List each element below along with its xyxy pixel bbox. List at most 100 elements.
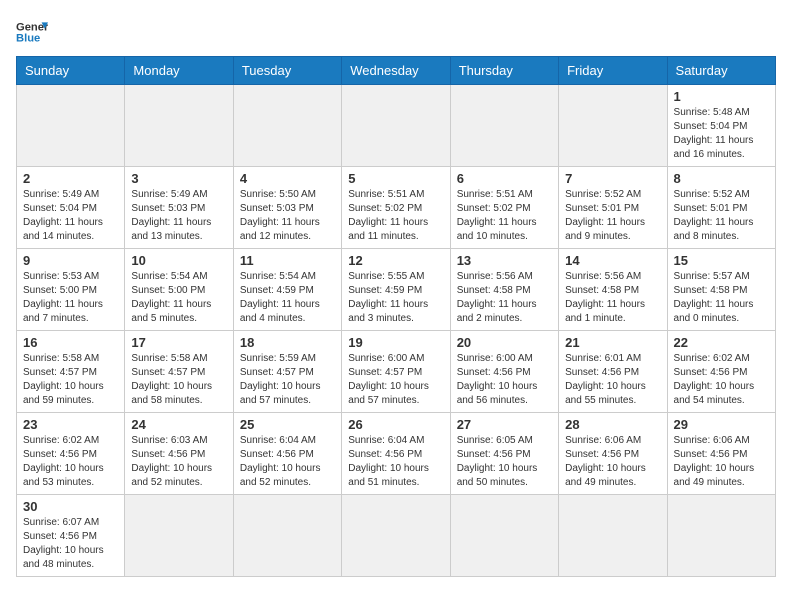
day-number: 15 [674,253,769,268]
calendar-cell: 14 Sunrise: 5:56 AM Sunset: 4:58 PM Dayli… [559,249,667,331]
calendar-cell: 28Sunrise: 6:06 AM Sunset: 4:56 PM Dayli… [559,413,667,495]
day-info: Sunrise: 5:49 AM Sunset: 5:04 PM Dayligh… [23,188,118,244]
day-number: 3 [131,171,226,186]
day-number: 4 [240,171,335,186]
day-info: Sunrise: 5:50 AM Sunset: 5:03 PM Dayligh… [240,188,335,244]
calendar-cell: 12Sunrise: 5:55 AM Sunset: 4:59 PM Dayli… [342,249,450,331]
day-number: 8 [674,171,769,186]
day-info: Sunrise: 6:03 AM Sunset: 4:56 PM Dayligh… [131,434,226,490]
calendar-cell: 4 Sunrise: 5:50 AM Sunset: 5:03 PM Daylig… [233,167,341,249]
day-number: 1 [674,89,769,104]
day-info: Sunrise: 5:53 AM Sunset: 5:00 PM Dayligh… [23,270,118,326]
calendar-cell [17,85,125,167]
day-info: Sunrise: 5:54 AM Sunset: 5:00 PM Dayligh… [131,270,226,326]
calendar-cell: 23 Sunrise: 6:02 AM Sunset: 4:56 PM Dayli… [17,413,125,495]
day-info: Sunrise: 5:55 AM Sunset: 4:59 PM Dayligh… [348,270,443,326]
calendar-cell [233,85,341,167]
calendar-header-row: SundayMondayTuesdayWednesdayThursdayFrid… [17,57,776,85]
calendar-week-3: 16 Sunrise: 5:58 AM Sunset: 4:57 PM Dayli… [17,331,776,413]
day-info: Sunrise: 5:58 AM Sunset: 4:57 PM Dayligh… [131,352,226,408]
day-number: 14 [565,253,660,268]
day-info: Sunrise: 5:54 AM Sunset: 4:59 PM Dayligh… [240,270,335,326]
calendar-week-5: 30 Sunrise: 6:07 AM Sunset: 4:56 PM Dayli… [17,495,776,577]
day-info: Sunrise: 5:56 AM Sunset: 4:58 PM Dayligh… [565,270,660,326]
day-number: 11 [240,253,335,268]
calendar-cell [342,85,450,167]
day-info: Sunrise: 6:02 AM Sunset: 4:56 PM Dayligh… [674,352,769,408]
day-info: Sunrise: 5:57 AM Sunset: 4:58 PM Dayligh… [674,270,769,326]
day-info: Sunrise: 5:59 AM Sunset: 4:57 PM Dayligh… [240,352,335,408]
day-header-monday: Monday [125,57,233,85]
day-header-wednesday: Wednesday [342,57,450,85]
calendar-cell: 24 Sunrise: 6:03 AM Sunset: 4:56 PM Dayli… [125,413,233,495]
day-number: 22 [674,335,769,350]
day-number: 30 [23,499,118,514]
day-number: 6 [457,171,552,186]
day-info: Sunrise: 5:56 AM Sunset: 4:58 PM Dayligh… [457,270,552,326]
calendar-cell: 22 Sunrise: 6:02 AM Sunset: 4:56 PM Dayli… [667,331,775,413]
calendar-cell: 6 Sunrise: 5:51 AM Sunset: 5:02 PM Daylig… [450,167,558,249]
calendar-cell: 3 Sunrise: 5:49 AM Sunset: 5:03 PM Daylig… [125,167,233,249]
calendar-cell [233,495,341,577]
day-info: Sunrise: 5:51 AM Sunset: 5:02 PM Dayligh… [457,188,552,244]
day-number: 24 [131,417,226,432]
day-number: 29 [674,417,769,432]
day-header-sunday: Sunday [17,57,125,85]
day-number: 20 [457,335,552,350]
calendar-cell [342,495,450,577]
calendar-cell: 9 Sunrise: 5:53 AM Sunset: 5:00 PM Daylig… [17,249,125,331]
calendar-cell: 21 Sunrise: 6:01 AM Sunset: 4:56 PM Dayli… [559,331,667,413]
calendar-cell [450,85,558,167]
day-info: Sunrise: 5:52 AM Sunset: 5:01 PM Dayligh… [565,188,660,244]
day-number: 21 [565,335,660,350]
day-number: 27 [457,417,552,432]
calendar-week-4: 23 Sunrise: 6:02 AM Sunset: 4:56 PM Dayli… [17,413,776,495]
calendar-cell [559,495,667,577]
calendar-cell: 10 Sunrise: 5:54 AM Sunset: 5:00 PM Dayli… [125,249,233,331]
day-info: Sunrise: 6:00 AM Sunset: 4:57 PM Dayligh… [348,352,443,408]
calendar-cell: 20Sunrise: 6:00 AM Sunset: 4:56 PM Dayli… [450,331,558,413]
day-info: Sunrise: 5:58 AM Sunset: 4:57 PM Dayligh… [23,352,118,408]
day-info: Sunrise: 6:07 AM Sunset: 4:56 PM Dayligh… [23,516,118,572]
calendar-cell: 29Sunrise: 6:06 AM Sunset: 4:56 PM Dayli… [667,413,775,495]
calendar-table: SundayMondayTuesdayWednesdayThursdayFrid… [16,56,776,577]
calendar-cell: 27 Sunrise: 6:05 AM Sunset: 4:56 PM Dayli… [450,413,558,495]
day-info: Sunrise: 6:04 AM Sunset: 4:56 PM Dayligh… [240,434,335,490]
calendar-cell: 1 Sunrise: 5:48 AM Sunset: 5:04 PM Daylig… [667,85,775,167]
calendar-cell: 19Sunrise: 6:00 AM Sunset: 4:57 PM Dayli… [342,331,450,413]
svg-text:Blue: Blue [16,33,40,45]
day-number: 26 [348,417,443,432]
calendar-week-0: 1 Sunrise: 5:48 AM Sunset: 5:04 PM Daylig… [17,85,776,167]
day-info: Sunrise: 6:05 AM Sunset: 4:56 PM Dayligh… [457,434,552,490]
calendar-cell: 5Sunrise: 5:51 AM Sunset: 5:02 PM Daylig… [342,167,450,249]
calendar-cell: 7 Sunrise: 5:52 AM Sunset: 5:01 PM Daylig… [559,167,667,249]
day-number: 18 [240,335,335,350]
calendar-cell: 2 Sunrise: 5:49 AM Sunset: 5:04 PM Daylig… [17,167,125,249]
day-number: 16 [23,335,118,350]
day-info: Sunrise: 5:52 AM Sunset: 5:01 PM Dayligh… [674,188,769,244]
generalblue-logo-icon: General Blue [16,16,48,48]
calendar-cell: 26Sunrise: 6:04 AM Sunset: 4:56 PM Dayli… [342,413,450,495]
calendar-week-2: 9 Sunrise: 5:53 AM Sunset: 5:00 PM Daylig… [17,249,776,331]
calendar-cell [450,495,558,577]
calendar-week-1: 2 Sunrise: 5:49 AM Sunset: 5:04 PM Daylig… [17,167,776,249]
day-number: 23 [23,417,118,432]
day-header-saturday: Saturday [667,57,775,85]
calendar-cell: 8 Sunrise: 5:52 AM Sunset: 5:01 PM Daylig… [667,167,775,249]
header: General Blue [16,16,776,48]
calendar-cell [125,495,233,577]
day-info: Sunrise: 6:02 AM Sunset: 4:56 PM Dayligh… [23,434,118,490]
day-number: 2 [23,171,118,186]
day-number: 10 [131,253,226,268]
day-number: 28 [565,417,660,432]
day-info: Sunrise: 5:51 AM Sunset: 5:02 PM Dayligh… [348,188,443,244]
day-info: Sunrise: 5:49 AM Sunset: 5:03 PM Dayligh… [131,188,226,244]
calendar-cell: 11 Sunrise: 5:54 AM Sunset: 4:59 PM Dayli… [233,249,341,331]
day-number: 9 [23,253,118,268]
logo: General Blue [16,16,48,48]
day-info: Sunrise: 5:48 AM Sunset: 5:04 PM Dayligh… [674,106,769,162]
day-number: 13 [457,253,552,268]
calendar-cell [559,85,667,167]
day-info: Sunrise: 6:01 AM Sunset: 4:56 PM Dayligh… [565,352,660,408]
day-number: 7 [565,171,660,186]
